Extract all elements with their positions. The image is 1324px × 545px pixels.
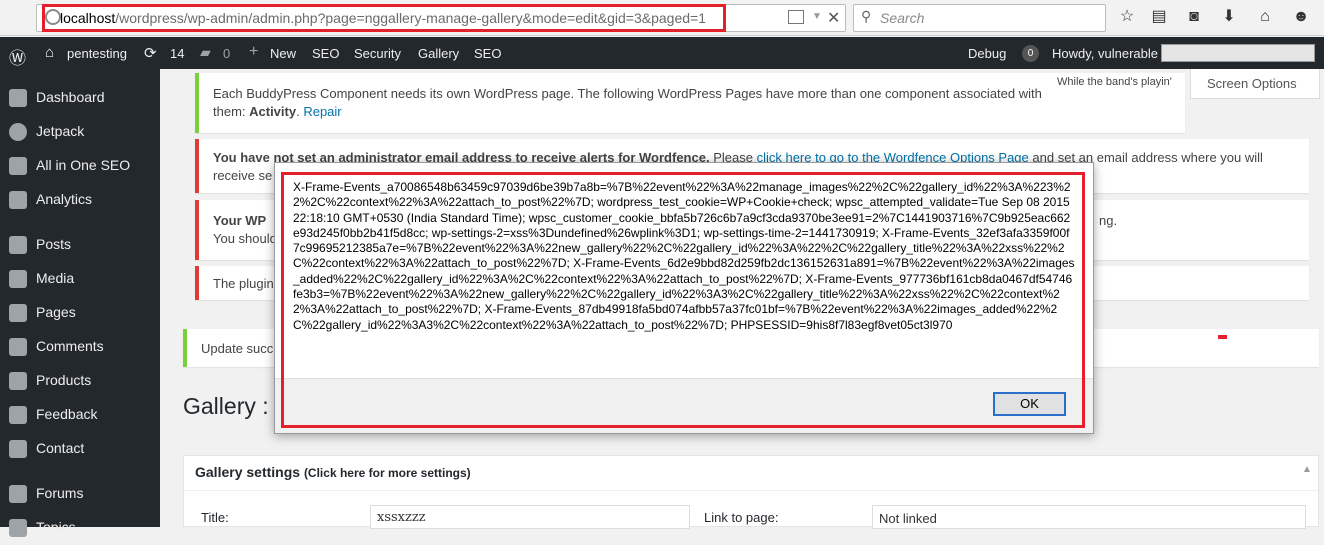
wordfence-line2: receive se [213,168,273,183]
comments-icon [9,338,27,356]
seo-icon [9,157,27,175]
updates-count[interactable]: 14 [170,46,184,61]
sidebar-item-forums[interactable]: Forums [0,477,160,511]
screen-options-button[interactable]: Screen Options [1190,69,1320,99]
sidebar-item-comments[interactable]: Comments [0,330,160,364]
cart-icon [9,372,27,390]
comments-icon: ▰ [200,44,211,60]
sidebar-item-label: All in One SEO [36,157,131,173]
wp-admin-bar: Ⓦ ⌂ pentesting ⟳ 14 ▰ 0 + New SEO Securi… [0,37,1324,69]
url-highlight-box [42,4,726,32]
sidebar-item-products[interactable]: Products [0,364,160,398]
updates-icon: ⟳ [144,45,157,62]
download-icon[interactable]: ⬇ [1220,8,1238,26]
reader-view-icon[interactable] [788,10,804,24]
search-placeholder: Search [880,10,925,26]
media-icon [9,270,27,288]
chat-icon[interactable]: ☻ [1292,8,1310,26]
sidebar-item-topics[interactable]: Topics [0,511,160,545]
buddypress-text: Each BuddyPress Component needs its own … [213,86,1042,119]
buddypress-line2: them: [213,104,250,119]
sidebar-item-label: Pages [36,304,76,320]
pocket-icon[interactable]: ◙ [1185,8,1203,26]
bookmark-star-icon[interactable]: ☆ [1118,8,1136,26]
new-menu[interactable]: New [270,46,296,61]
sidebar-item-media[interactable]: Media [0,262,160,296]
wp-notice-bold: Your WP [213,213,267,228]
site-name-link[interactable]: pentesting [67,46,127,61]
buddypress-bold: Activity [249,104,297,119]
debug-menu[interactable]: Debug [968,46,1006,61]
sidebar-item-dashboard[interactable]: Dashboard [0,81,160,115]
repair-link[interactable]: Repair [303,104,341,119]
debug-count-badge: 0 [1022,45,1039,62]
update-notice-text: Update succ [201,341,274,356]
page-title: Gallery : [183,393,269,419]
wp-notice-text: Your WP You should [213,212,277,248]
sidebar-item-label: Products [36,372,92,388]
dashboard-icon [9,89,27,107]
reading-list-icon[interactable]: ▤ [1150,8,1168,26]
comments-count[interactable]: 0 [223,46,230,61]
wp-notice-line2: You should [213,231,277,246]
sidebar-item-analytics[interactable]: Analytics [0,183,160,217]
search-icon: ⚲ [861,8,872,24]
plus-icon: + [249,43,259,60]
howdy-user[interactable]: Howdy, vulnerable [1052,46,1158,61]
title-label: Title: [201,510,229,525]
gallery-title-input[interactable]: xssxzzz [370,505,690,529]
sidebar-item-label: Topics [36,519,76,535]
sidebar-item-label: Analytics [36,191,93,207]
sidebar-item-label: Comments [36,338,104,354]
user-name-box[interactable] [1161,44,1315,62]
sidebar-item-label: Contact [36,440,85,456]
analytics-icon [9,191,27,209]
sidebar-item-label: Media [36,270,75,286]
jetpack-icon [9,123,27,141]
sidebar-item-label: Jetpack [36,123,85,139]
pages-icon [9,304,27,322]
buddypress-notice: Each BuddyPress Component needs its own … [195,73,1185,133]
admin-sidebar: Dashboard Jetpack All in One SEO Analyti… [0,69,160,537]
adminbar-security[interactable]: Security [354,46,401,61]
wp-notice-tail: ng. [1099,213,1118,228]
forums-icon [9,485,27,503]
sidebar-item-label: Dashboard [36,89,105,105]
sidebar-item-posts[interactable]: Posts [0,228,160,262]
plugin-notice-text: The plugin [213,276,274,291]
sidebar-item-contact[interactable]: Contact [0,432,160,466]
band-text: While the band's playin' [1057,76,1172,88]
sidebar-item-pages[interactable]: Pages [0,296,160,330]
sidebar-item-label: Posts [36,236,72,252]
home-icon: ⌂ [45,44,55,61]
link-to-page-select[interactable]: Not linked [872,505,1306,529]
adminbar-seo-2[interactable]: SEO [474,46,501,61]
dropdown-icon[interactable]: ▼ [812,11,822,22]
sidebar-item-feedback[interactable]: Feedback [0,398,160,432]
adminbar-gallery[interactable]: Gallery [418,46,459,61]
stop-icon[interactable]: ✕ [827,8,840,28]
settings-title: Gallery settings [195,464,301,480]
sidebar-item-label: Forums [36,485,84,501]
red-marker [1218,335,1227,339]
browser-toolbar: localhost/wordpress/wp-admin/admin.php?p… [0,0,1324,36]
sidebar-item-label: Feedback [36,406,98,422]
wordpress-logo-icon[interactable]: Ⓦ [9,44,26,69]
home-icon[interactable]: ⌂ [1256,8,1274,26]
topics-icon [9,519,27,537]
collapse-arrow-icon[interactable]: ▲ [1302,464,1312,475]
adminbar-seo[interactable]: SEO [312,46,339,61]
buddypress-line1: Each BuddyPress Component needs its own … [213,86,1042,101]
link-to-page-label: Link to page: [704,510,779,525]
sidebar-item-all-in-one-seo[interactable]: All in One SEO [0,149,160,183]
pin-icon [9,236,27,254]
alert-highlight-box [281,172,1085,428]
settings-divider [184,490,1318,491]
feedback-icon [9,406,27,424]
gallery-settings-header[interactable]: Gallery settings (Click here for more se… [195,464,471,480]
settings-hint: (Click here for more settings) [303,466,471,480]
sidebar-item-jetpack[interactable]: Jetpack [0,115,160,149]
mail-icon [9,440,27,458]
